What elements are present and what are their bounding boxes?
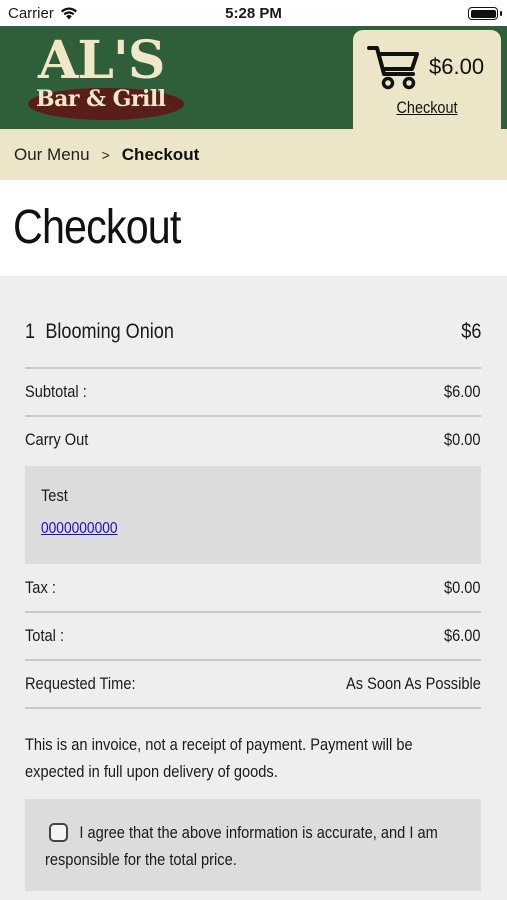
tax-label: Tax : — [25, 578, 56, 597]
divider — [25, 707, 481, 709]
agreement-box: I agree that the above information is ac… — [25, 799, 481, 891]
subtotal-value: $6.00 — [444, 382, 481, 401]
divider — [25, 367, 481, 369]
order-summary-panel: 1 Blooming Onion $6 Subtotal : $6.00 Carr… — [0, 276, 507, 900]
divider — [25, 415, 481, 417]
divider — [25, 659, 481, 661]
carry-out-label: Carry Out — [25, 430, 89, 449]
invoice-notice: This is an invoice, not a receipt of pay… — [25, 735, 413, 781]
page-title: Checkout — [13, 201, 181, 254]
subtotal-label: Subtotal : — [25, 382, 87, 401]
cart-total: $6.00 — [429, 54, 485, 79]
checkout-link[interactable]: Checkout — [364, 98, 490, 118]
line-item-qty: 1 — [25, 320, 36, 343]
logo-subtitle: Bar & Grill — [36, 86, 166, 112]
cart-summary[interactable]: $6.00 Checkout — [353, 30, 501, 129]
customer-name: Test — [41, 486, 68, 505]
breadcrumb-our-menu[interactable]: Our Menu — [14, 145, 90, 165]
carry-out-value: $0.00 — [444, 430, 481, 449]
tax-value: $0.00 — [444, 578, 481, 597]
line-item-label: 1 Blooming Onion — [25, 320, 174, 344]
site-header: AL'S Bar & Grill $6.00 Checkout — [0, 26, 507, 129]
battery-icon — [468, 7, 502, 20]
tax-row: Tax : $0.00 — [25, 578, 481, 598]
line-item-name: Blooming Onion — [45, 320, 174, 343]
customer-phone-link[interactable]: 0000000000 — [41, 520, 118, 538]
total-value: $6.00 — [444, 626, 481, 645]
status-bar: Carrier 5:28 PM — [0, 0, 507, 26]
line-item-price: $6 — [460, 320, 481, 343]
agreement-text: I agree that the above information is ac… — [45, 823, 438, 869]
subtotal-row: Subtotal : $6.00 — [25, 382, 481, 402]
agreement-label[interactable]: I agree that the above information is ac… — [45, 819, 475, 873]
total-label: Total : — [25, 626, 65, 645]
carry-out-row: Carry Out $0.00 — [25, 430, 481, 450]
requested-time-row: Requested Time: As Soon As Possible — [25, 674, 481, 694]
requested-time-label: Requested Time: — [25, 674, 136, 693]
requested-time-value: As Soon As Possible — [346, 674, 481, 693]
order-line-item: 1 Blooming Onion $6 — [25, 320, 481, 344]
brand-logo[interactable]: AL'S Bar & Grill — [28, 32, 188, 124]
shopping-cart-icon — [367, 46, 419, 90]
customer-info-box: Test 0000000000 — [25, 466, 481, 564]
logo-title: AL'S — [38, 30, 165, 91]
divider — [25, 611, 481, 613]
clock: 5:28 PM — [225, 5, 282, 22]
breadcrumb: Our Menu > Checkout — [0, 129, 507, 180]
total-row: Total : $6.00 — [25, 626, 481, 646]
breadcrumb-separator: > — [101, 146, 110, 163]
breadcrumb-current: Checkout — [121, 144, 200, 164]
